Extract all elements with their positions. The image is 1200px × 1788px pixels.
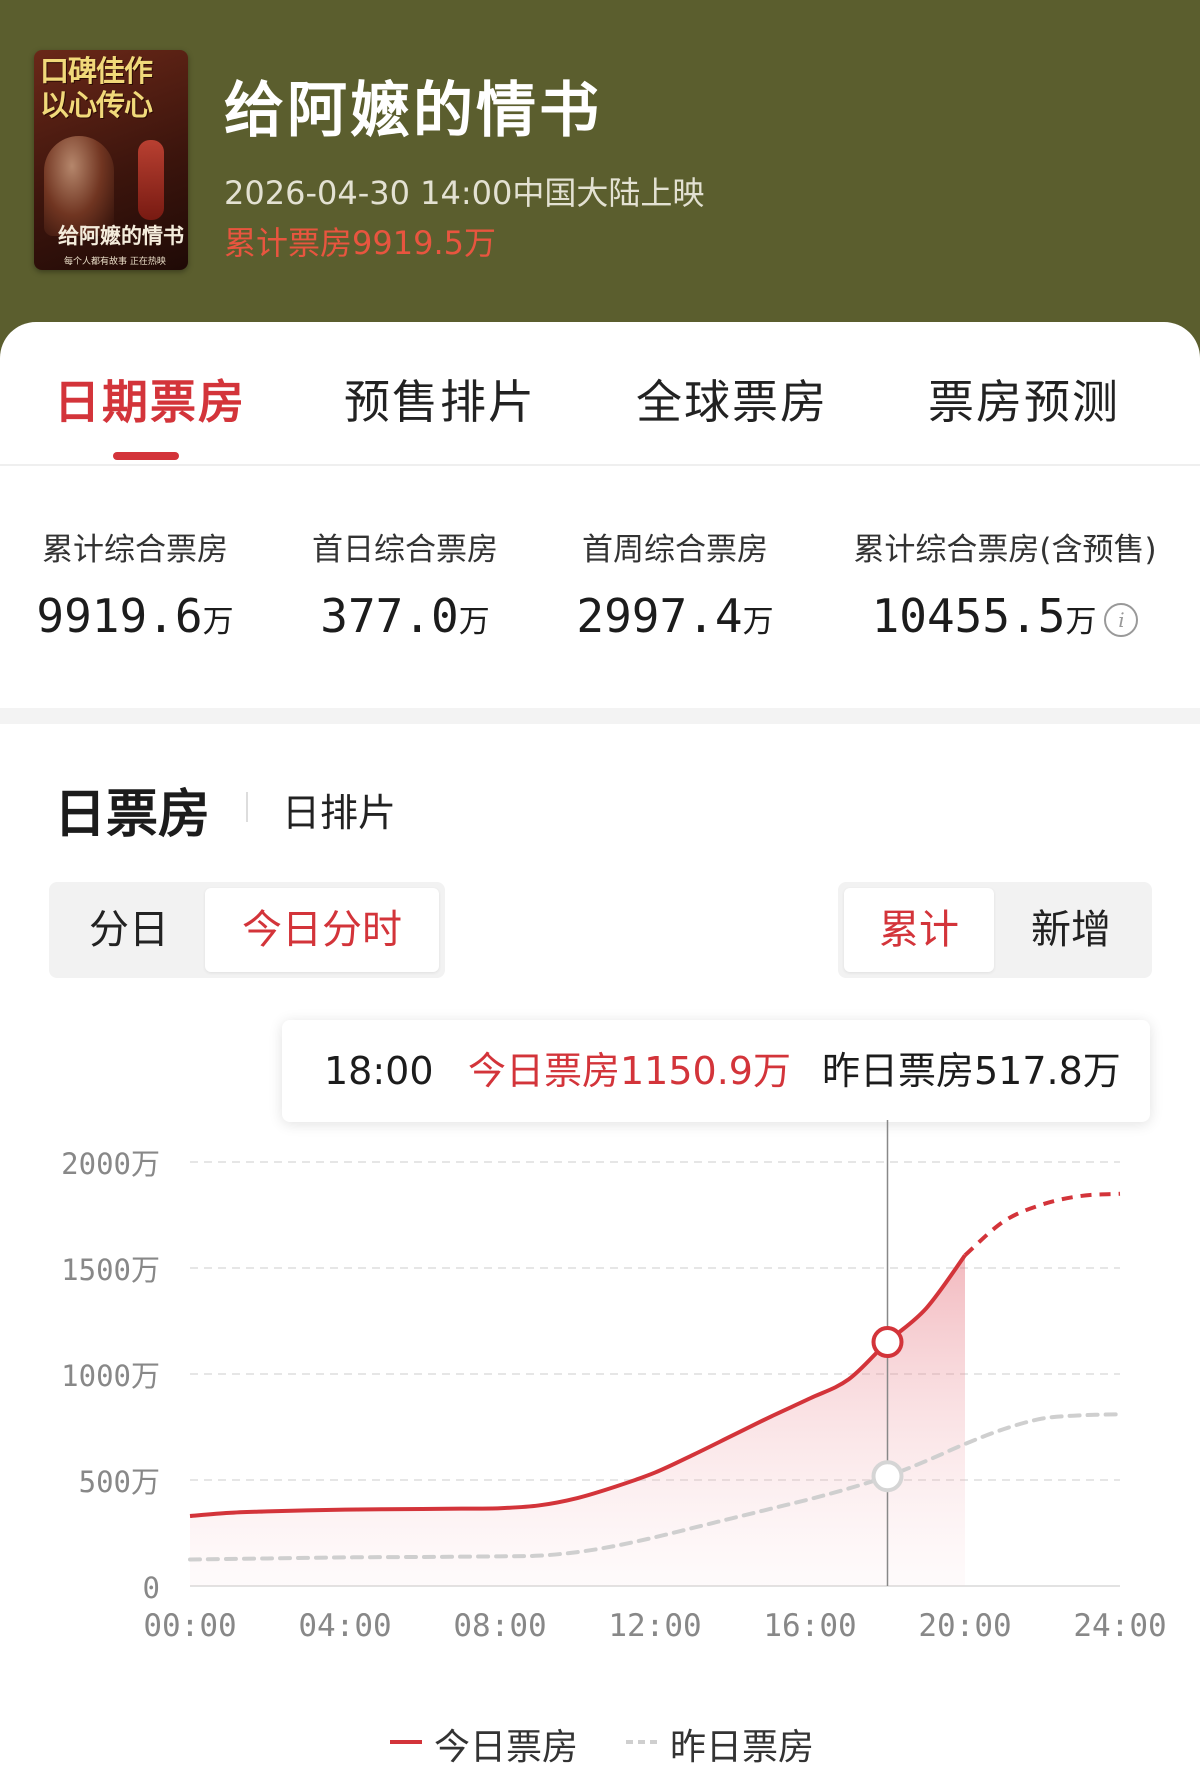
stat-number: 10455.5 xyxy=(871,589,1066,643)
y-tick-label: 2000万 xyxy=(61,1147,160,1181)
stat-value: 10455.5万 i xyxy=(850,589,1160,643)
movie-header: 口碑佳作 以心传心 给阿嬷的情书 每个人都有故事 正在热映 给阿嬷的情书 202… xyxy=(0,0,1200,330)
total-box-office: 累计票房9919.5万 xyxy=(224,224,496,262)
aggregation-toggle: 累计 新增 xyxy=(838,882,1152,978)
stat-first-day: 首日综合票房 377.0万 xyxy=(260,524,550,643)
hourly-box-office-chart[interactable]: 0 500万 1000万 1500万 2000万 00:00 04:00 08:00 12:00… xyxy=(0,1120,1200,1710)
section-divider xyxy=(0,708,1200,724)
toggle-cumulative[interactable]: 累计 xyxy=(844,888,994,972)
tooltip-today-value: 今日票房1150.9万 xyxy=(468,1049,791,1093)
tab-daily-box-office[interactable]: 日期票房 xyxy=(54,366,246,432)
stat-cumulative-with-presale: 累计综合票房(含预售) 10455.5万 i xyxy=(850,524,1160,643)
info-circle-icon[interactable]: i xyxy=(1104,602,1139,637)
poster-figure-small xyxy=(138,140,164,220)
section-tab-daily-schedule[interactable]: 日排片 xyxy=(282,782,396,837)
tab-box-office-forecast[interactable]: 票房预测 xyxy=(928,366,1120,432)
movie-title: 给阿嬷的情书 xyxy=(224,76,602,146)
tooltip-time: 18:00 xyxy=(324,1049,434,1093)
stat-value: 377.0万 xyxy=(260,589,550,643)
stat-unit: 万 xyxy=(742,604,774,640)
poster-title-art: 给阿嬷的情书 xyxy=(58,223,184,248)
y-tick-label: 1500万 xyxy=(61,1253,160,1287)
stat-number: 9919.6 xyxy=(36,589,203,643)
stat-value: 2997.4万 xyxy=(530,589,820,643)
stat-unit: 万 xyxy=(202,604,234,640)
x-tick-label: 12:00 xyxy=(608,1608,701,1644)
toggle-increment[interactable]: 新增 xyxy=(996,888,1146,972)
stat-label: 首日综合票房 xyxy=(312,532,498,568)
stat-label: 首周综合票房 xyxy=(582,532,768,568)
x-tick-label: 24:00 xyxy=(1073,1608,1166,1644)
tooltip-yesterday-value: 昨日票房517.8万 xyxy=(822,1049,1121,1093)
point-marker-today[interactable] xyxy=(871,1326,904,1359)
point-marker-yesterday[interactable] xyxy=(871,1460,904,1493)
today-area-fill xyxy=(190,1255,965,1586)
legend-solid-line-icon xyxy=(390,1740,422,1744)
section-separator xyxy=(246,792,248,822)
y-tick-label: 0 xyxy=(143,1571,160,1605)
stat-unit: 万 xyxy=(458,604,490,640)
stat-number: 377.0 xyxy=(320,589,459,643)
legend-dashed-line-icon xyxy=(626,1740,658,1744)
poster-slogan-line1: 口碑佳作 xyxy=(40,54,153,88)
stat-first-week: 首周综合票房 2997.4万 xyxy=(530,524,820,643)
y-tick-label: 1000万 xyxy=(61,1359,160,1393)
poster-slogan-line2: 以心传心 xyxy=(40,88,153,122)
stat-number: 2997.4 xyxy=(576,589,743,643)
stat-value: 9919.6万 xyxy=(0,589,280,643)
poster-caption: 每个人都有故事 正在热映 xyxy=(64,257,166,267)
x-tick-label: 04:00 xyxy=(298,1608,391,1644)
tab-presale-schedule[interactable]: 预售排片 xyxy=(344,366,536,432)
poster-slogan: 口碑佳作 以心传心 xyxy=(40,54,184,122)
active-tab-indicator xyxy=(113,452,179,460)
release-info: 2026-04-30 14:00中国大陆上映 xyxy=(224,174,705,212)
chart-tooltip: 18:00 今日票房1150.9万 昨日票房517.8万 xyxy=(282,1020,1150,1122)
stat-label: 累计综合票房 xyxy=(42,532,228,568)
tab-bar: 日期票房 预售排片 全球票房 票房预测 xyxy=(0,322,1200,466)
toggle-today-hourly[interactable]: 今日分时 xyxy=(205,888,439,972)
stat-cumulative: 累计综合票房 9919.6万 xyxy=(0,524,280,643)
stat-unit: 万 xyxy=(1065,604,1097,640)
legend-label: 今日票房 xyxy=(434,1727,579,1768)
stats-row: 累计综合票房 9919.6万 首日综合票房 377.0万 首周综合票房 2997… xyxy=(0,466,1200,708)
section-title-daily-box-office[interactable]: 日票房 xyxy=(54,772,210,847)
series-line-today-forecast[interactable] xyxy=(963,1191,1121,1257)
y-tick-label: 500万 xyxy=(79,1465,160,1499)
stat-label: 累计综合票房(含预售) xyxy=(853,532,1157,568)
movie-poster[interactable]: 口碑佳作 以心传心 给阿嬷的情书 每个人都有故事 正在热映 xyxy=(34,50,188,270)
view-mode-toggle: 分日 今日分时 xyxy=(49,882,445,978)
x-tick-label: 00:00 xyxy=(143,1608,236,1644)
x-tick-label: 16:00 xyxy=(763,1608,856,1644)
x-tick-label: 08:00 xyxy=(453,1608,546,1644)
legend-label: 昨日票房 xyxy=(670,1727,815,1768)
tab-global-box-office[interactable]: 全球票房 xyxy=(636,366,828,432)
x-tick-label: 20:00 xyxy=(918,1608,1011,1644)
toggle-by-day[interactable]: 分日 xyxy=(55,888,203,972)
